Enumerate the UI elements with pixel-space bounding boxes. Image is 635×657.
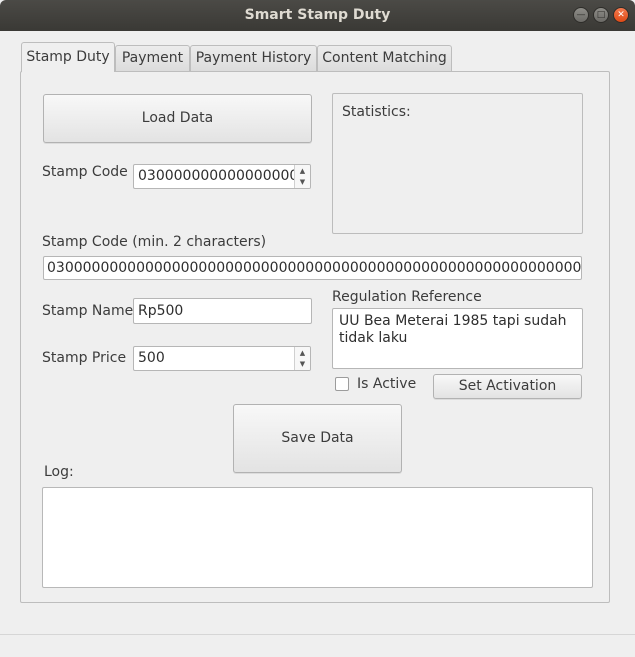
stamp-code-spin-arrows[interactable]: ▲ ▼ [294,165,310,188]
title-bar: Smart Stamp Duty — □ ✕ [0,0,635,31]
stamp-price-label: Stamp Price [42,350,127,366]
set-activation-button[interactable]: Set Activation [433,374,582,399]
regulation-reference-label: Regulation Reference [332,289,482,305]
stamp-price-spinbox-value: 500 [138,350,165,366]
close-icon[interactable]: ✕ [613,7,629,23]
maximize-icon[interactable]: □ [593,7,609,23]
regulation-reference-input[interactable]: UU Bea Meterai 1985 tapi sudah tidak lak… [332,308,583,369]
tab-payment[interactable]: Payment [115,45,190,71]
log-label: Log: [44,464,74,480]
is-active-label: Is Active [357,376,417,392]
tab-content-matching[interactable]: Content Matching [317,45,452,71]
stamp-code-label: Stamp Code [42,164,128,180]
is-active-checkbox[interactable] [335,377,349,391]
window-title: Smart Stamp Duty [244,7,391,23]
status-bar [0,634,635,657]
load-data-button[interactable]: Load Data [43,94,312,143]
stamp-price-spin-arrows[interactable]: ▲ ▼ [294,347,310,370]
stamp-price-spinbox[interactable]: 500 ▲ ▼ [133,346,311,371]
log-textarea[interactable] [42,487,593,588]
stamp-name-input[interactable]: Rp500 [133,298,312,324]
stamp-code-min-label: Stamp Code (min. 2 characters) [42,234,267,250]
stamp-name-label: Stamp Name [42,303,134,319]
statistics-label: Statistics: [342,104,411,120]
statistics-box: Statistics: [332,93,583,234]
minimize-icon[interactable]: — [573,7,589,23]
tab-stamp-duty[interactable]: Stamp Duty [21,42,115,72]
tab-payment-history[interactable]: Payment History [190,45,317,71]
save-data-button[interactable]: Save Data [233,404,402,473]
stamp-code-input[interactable]: 0300000000000000000000000000000000000000… [43,256,582,280]
stamp-code-spinbox-value: 030000000000000000 [138,168,299,184]
stamp-code-spinbox[interactable]: 030000000000000000 ▲ ▼ [133,164,311,189]
